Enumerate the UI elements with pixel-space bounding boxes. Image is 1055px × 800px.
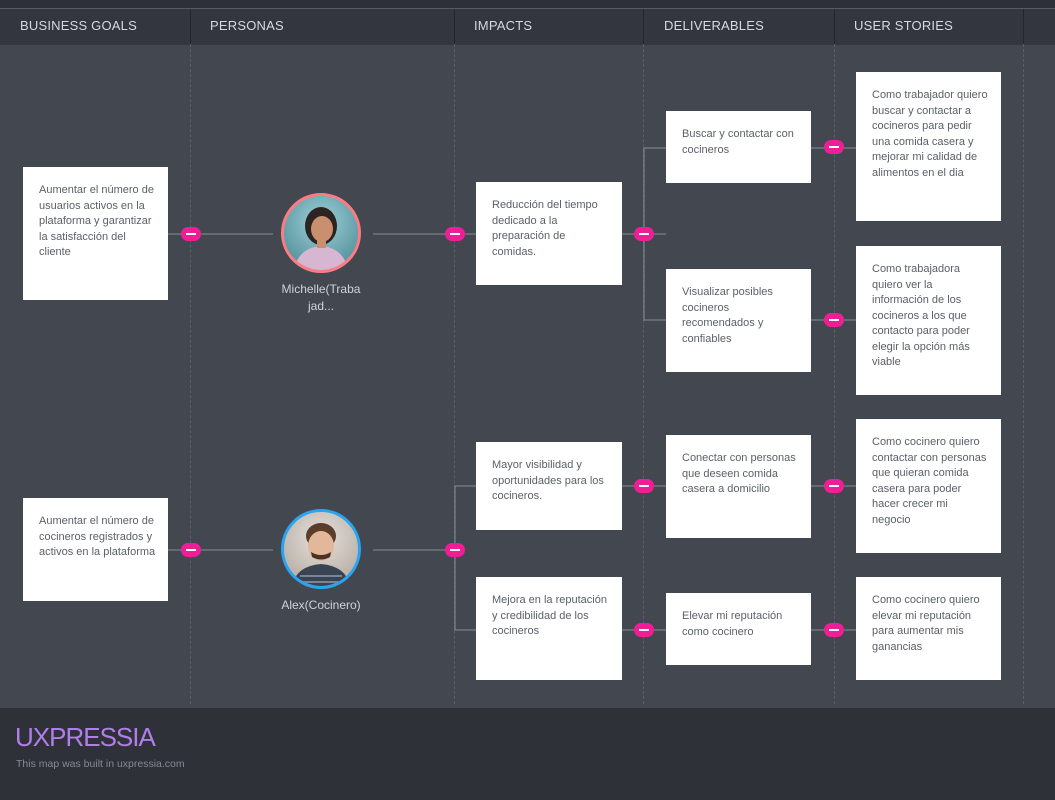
built-with-text: This map was built in uxpressia.com — [16, 758, 185, 770]
collapse-toggle-button[interactable] — [824, 313, 844, 327]
impact-card[interactable]: Reducción del tiempo dedicado a la prepa… — [476, 182, 622, 285]
user-story-card[interactable]: Como trabajadora quiero ver la informaci… — [856, 246, 1001, 395]
persona-name: Alex(Cocinero) — [281, 598, 361, 612]
persona-name: Michelle(Traba jad... — [281, 282, 361, 313]
user-story-card[interactable]: Como trabajador quiero buscar y contacta… — [856, 72, 1001, 221]
persona-avatar[interactable] — [281, 193, 361, 273]
collapse-toggle-button[interactable] — [181, 543, 201, 557]
user-story-card[interactable]: Como cocinero quiero elevar mi reputació… — [856, 577, 1001, 680]
persona-avatar[interactable] — [281, 509, 361, 589]
connector-branch — [454, 485, 476, 631]
uxpressia-logo[interactable]: UXPRESSIA — [15, 722, 156, 753]
collapse-toggle-button[interactable] — [824, 479, 844, 493]
collapse-toggle-button[interactable] — [181, 227, 201, 241]
collapse-toggle-button[interactable] — [634, 479, 654, 493]
man-avatar-icon — [292, 523, 350, 586]
collapse-toggle-button[interactable] — [824, 623, 844, 637]
woman-avatar-icon — [294, 207, 348, 270]
collapse-toggle-button[interactable] — [445, 543, 465, 557]
collapse-toggle-button[interactable] — [445, 227, 465, 241]
footer: UXPRESSIA This map was built in uxpressi… — [0, 708, 1055, 800]
business-goal-card[interactable]: Aumentar el número de usuarios activos e… — [23, 167, 168, 300]
collapse-toggle-button[interactable] — [824, 140, 844, 154]
deliverable-card[interactable]: Elevar mi reputación como cocinero — [666, 593, 811, 665]
collapse-toggle-button[interactable] — [634, 227, 654, 241]
impact-card[interactable]: Mejora en la reputación y credibilidad d… — [476, 577, 622, 680]
deliverable-card[interactable]: Conectar con personas que deseen comida … — [666, 435, 811, 538]
collapse-toggle-button[interactable] — [634, 623, 654, 637]
deliverable-card[interactable]: Buscar y contactar con cocineros — [666, 111, 811, 183]
impact-card[interactable]: Mayor visibilidad y oportunidades para l… — [476, 442, 622, 530]
deliverable-card[interactable]: Visualizar posibles cocineros recomendad… — [666, 269, 811, 372]
business-goal-card[interactable]: Aumentar el número de cocineros registra… — [23, 498, 168, 601]
user-story-card[interactable]: Como cocinero quiero contactar con perso… — [856, 419, 1001, 553]
